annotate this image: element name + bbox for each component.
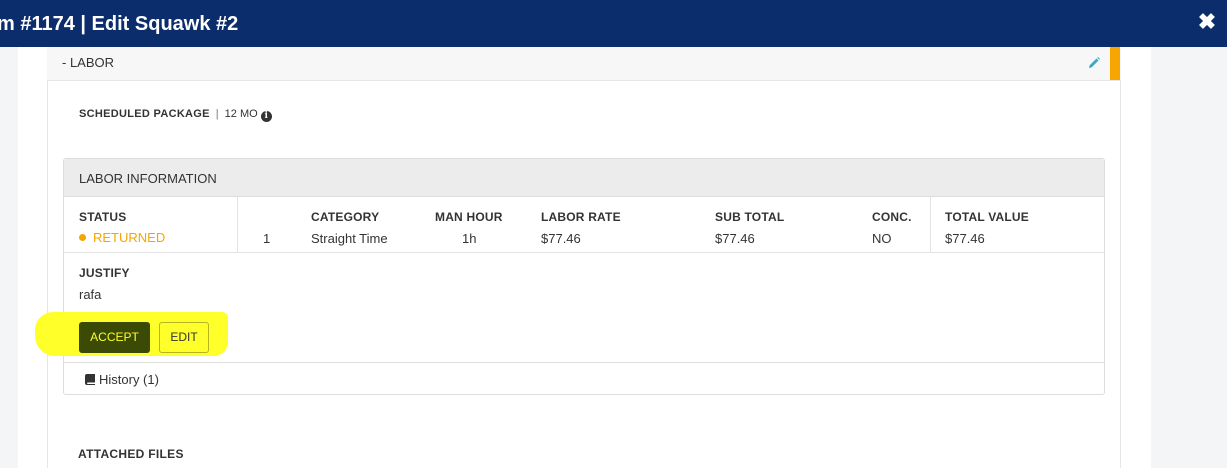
history-label: History (1) <box>99 372 159 387</box>
pencil-icon[interactable] <box>1087 56 1101 70</box>
category-value: Straight Time <box>311 231 388 246</box>
accept-button[interactable]: ACCEPT <box>79 322 150 353</box>
modal-header: m #1174 | Edit Squawk #2 ✖ <box>0 0 1227 47</box>
col-header-status: STATUS <box>79 210 127 224</box>
book-icon <box>85 374 95 385</box>
sub-total-value: $77.46 <box>715 231 755 246</box>
column-divider <box>237 197 238 253</box>
labor-information-title: LABOR INFORMATION <box>79 171 217 186</box>
scheduled-package-value: 12 MO <box>224 108 258 120</box>
justify-label: JUSTIFY <box>79 266 130 280</box>
column-divider <box>930 197 931 253</box>
status-dot <box>79 234 86 241</box>
col-header-category: CATEGORY <box>311 210 380 224</box>
col-header-man-hour: MAN HOUR <box>435 210 503 224</box>
justify-value: rafa <box>79 287 102 302</box>
col-header-sub-total: SUB TOTAL <box>715 210 785 224</box>
close-icon[interactable]: ✖ <box>1195 10 1219 34</box>
conc-value: NO <box>872 231 892 246</box>
labor-section-header[interactable]: - LABOR <box>47 47 1121 81</box>
labor-information-panel: LABOR INFORMATION <box>63 158 1105 395</box>
total-value: $77.46 <box>945 231 985 246</box>
status-badge: RETURNED <box>93 230 166 245</box>
separator: | <box>215 108 219 120</box>
attached-files-heading: ATTACHED FILES <box>78 447 184 461</box>
labor-rate-value: $77.46 <box>541 231 581 246</box>
col-header-labor-rate: LABOR RATE <box>541 210 621 224</box>
history-row: History (1) <box>63 362 1105 395</box>
status-accent-bar <box>1110 47 1120 80</box>
col-header-total-value: TOTAL VALUE <box>945 210 1029 224</box>
modal-title: m #1174 | Edit Squawk #2 <box>0 13 239 35</box>
scheduled-package-label: SCHEDULED PACKAGE <box>79 108 210 120</box>
row-divider <box>64 252 1104 253</box>
labor-section-title: - LABOR <box>62 55 115 70</box>
history-link[interactable]: History (1) <box>85 372 159 387</box>
labor-information-header: LABOR INFORMATION <box>64 159 1104 197</box>
row-index: 1 <box>263 231 271 246</box>
info-icon[interactable]: i <box>260 111 272 122</box>
edit-button[interactable]: EDIT <box>159 322 209 353</box>
man-hour-value: 1h <box>462 231 477 246</box>
scheduled-package: SCHEDULED PACKAGE | 12 MO i <box>79 108 272 122</box>
col-header-conc: CONC. <box>872 210 912 224</box>
